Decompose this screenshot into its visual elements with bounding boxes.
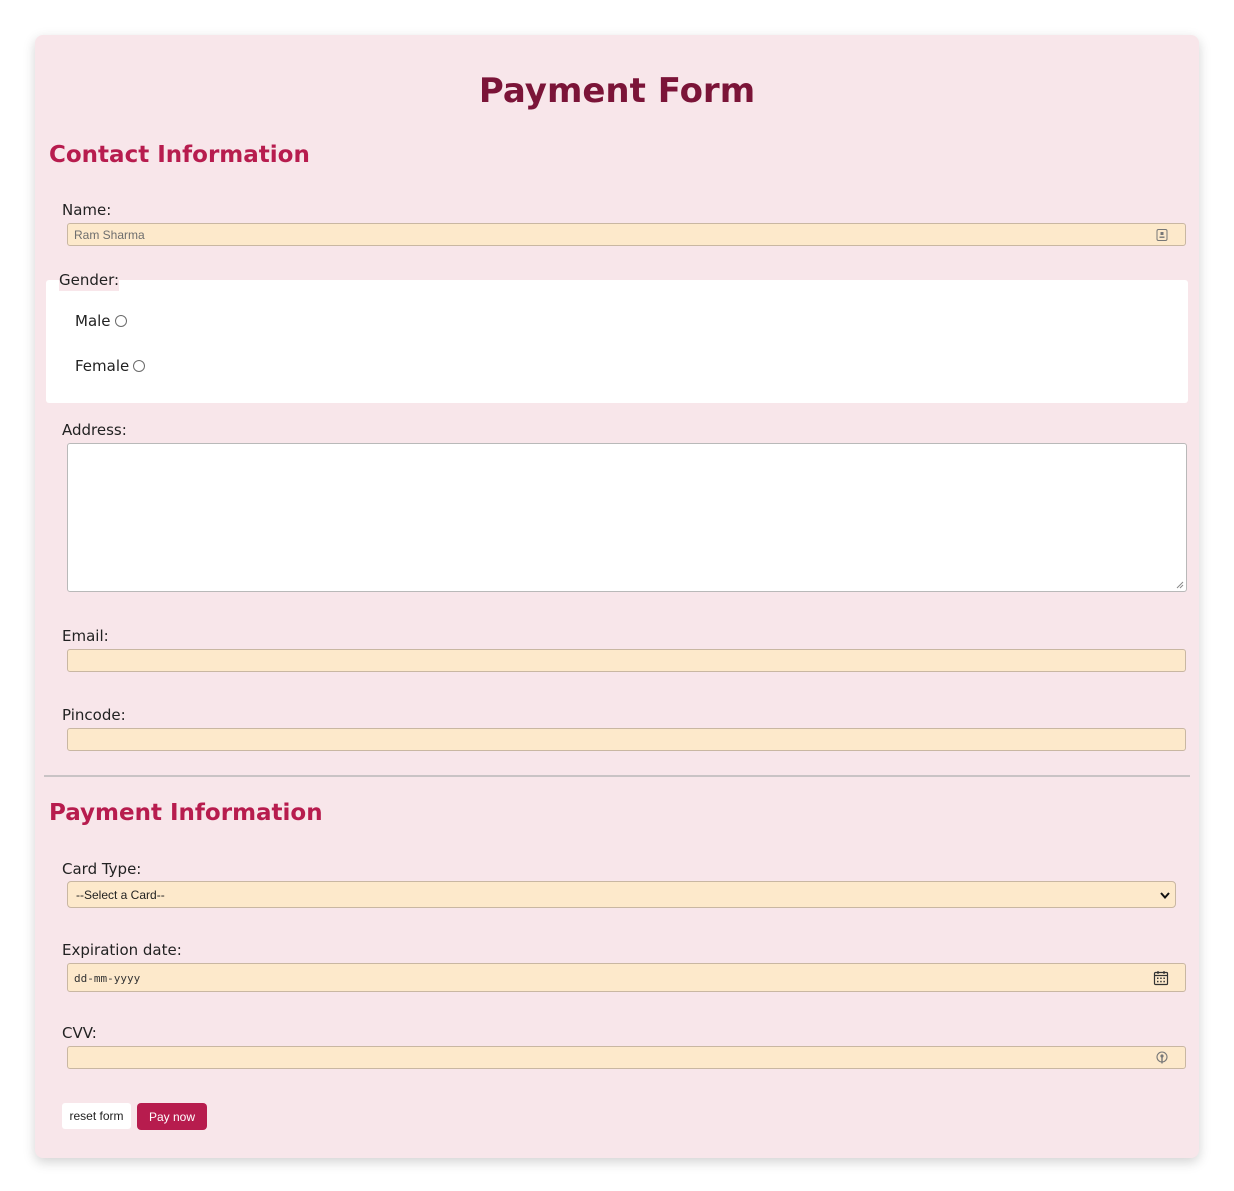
cvv-input[interactable] [67,1046,1186,1069]
expiration-date-label: Expiration date: [62,941,182,959]
gender-legend: Gender: [59,271,120,291]
female-radio[interactable] [133,360,146,372]
card-type-selected: --Select a Card-- [76,888,165,902]
expiration-date-input[interactable]: dd-mm-yyyy [67,963,1186,992]
gender-option-male[interactable]: Male [75,312,127,330]
calendar-icon[interactable] [1153,970,1169,986]
reset-form-button[interactable]: reset form [62,1103,131,1129]
expiration-placeholder: dd-mm-yyyy [74,972,141,985]
gender-fieldset [46,280,1188,403]
section-divider [44,775,1190,777]
name-label: Name: [62,201,112,219]
name-value: Ram Sharma [74,228,145,242]
card-type-label: Card Type: [62,860,142,878]
page-title: Payment Form [478,71,756,111]
gender-option-female[interactable]: Female [75,357,146,375]
male-radio[interactable] [114,315,127,327]
pay-now-button[interactable]: Pay now [137,1103,207,1130]
gender-option-label: Female [75,357,130,375]
pincode-label: Pincode: [62,706,126,724]
chevron-down-icon [1160,892,1170,900]
payment-information-heading: Payment Information [49,800,323,826]
resize-grip-icon[interactable] [1176,581,1184,589]
cvv-label: CVV: [62,1024,97,1042]
email-label: Email: [62,627,109,645]
name-input[interactable]: Ram Sharma [67,223,1186,246]
email-input[interactable] [67,649,1186,672]
key-icon[interactable] [1155,1051,1169,1065]
card-type-select[interactable]: --Select a Card-- [67,881,1176,908]
gender-option-label: Male [75,312,111,330]
address-label: Address: [62,421,127,439]
contact-information-heading: Contact Information [49,142,310,168]
pincode-input[interactable] [67,728,1186,751]
payment-form-card: Payment Form Contact Information Name: R… [35,35,1199,1158]
address-textarea[interactable] [67,443,1187,592]
contact-card-icon[interactable] [1155,228,1169,242]
